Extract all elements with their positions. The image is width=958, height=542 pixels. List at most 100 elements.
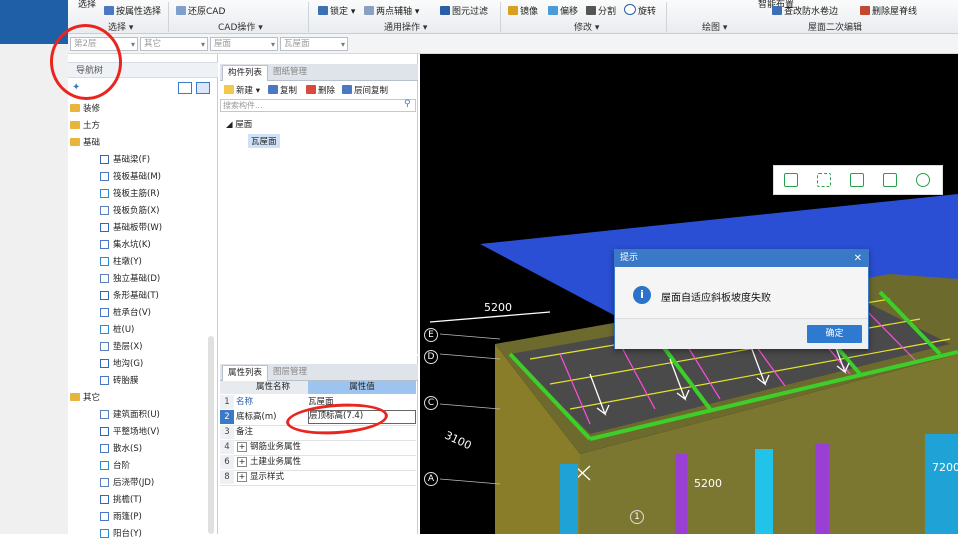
expand-icon[interactable]: + bbox=[237, 442, 247, 452]
component-icon bbox=[100, 189, 109, 198]
nav-item[interactable]: 建筑面积(U) bbox=[100, 407, 160, 423]
ok-button[interactable]: 确定 bbox=[807, 325, 862, 343]
new-button[interactable]: 新建 ▾ bbox=[224, 84, 260, 96]
nav-item-label: 土方 bbox=[83, 121, 101, 131]
group-cad-ops[interactable]: CAD操作 ▾ bbox=[218, 20, 263, 33]
search-icon[interactable]: ⚲ bbox=[404, 99, 411, 109]
navigation-tree-panel: 导航树 ✦ 装修 土方 基础 基础梁(F) 筏板基础(M) 筏板主筋(R) 筏板负筋(X) 基… bbox=[68, 54, 218, 539]
type-select[interactable]: 屋面 bbox=[210, 37, 278, 51]
property-name: 钢筋业务属性 bbox=[250, 442, 302, 452]
component-icon bbox=[100, 274, 109, 283]
nav-item[interactable]: 平整场地(V) bbox=[100, 424, 159, 440]
nav-item[interactable]: 挑檐(T) bbox=[100, 492, 142, 508]
divider bbox=[168, 2, 169, 32]
dialog-close-icon[interactable]: ✕ bbox=[854, 250, 862, 267]
divider bbox=[308, 2, 309, 32]
two-point-axis-button[interactable]: 两点辅轴 ▾ bbox=[364, 4, 419, 17]
lock-button[interactable]: 锁定 ▾ bbox=[318, 4, 355, 17]
nav-item[interactable]: 桩承台(V) bbox=[100, 305, 151, 321]
nav-item[interactable]: 集水坑(K) bbox=[100, 237, 151, 253]
component-icon bbox=[100, 342, 109, 351]
group-roof-edit: 屋面二次编辑 bbox=[808, 23, 863, 33]
nav-item[interactable]: 阳台(Y) bbox=[100, 526, 142, 542]
nav-item[interactable]: 散水(S) bbox=[100, 441, 142, 457]
floor-copy-button[interactable]: 层间复制 bbox=[342, 84, 388, 96]
list-view-icon[interactable] bbox=[178, 82, 192, 94]
nav-item[interactable]: 砖胎膜 bbox=[100, 373, 139, 389]
nav-item[interactable]: 筏板负筋(X) bbox=[100, 203, 159, 219]
fullscreen-icon[interactable] bbox=[817, 173, 831, 187]
expand-icon[interactable]: + bbox=[237, 472, 247, 482]
nav-folder[interactable]: 基础 bbox=[70, 135, 100, 151]
nav-item[interactable]: 桩(U) bbox=[100, 322, 134, 338]
tab-component-list[interactable]: 构件列表 bbox=[222, 65, 269, 81]
info-icon: i bbox=[633, 286, 651, 304]
nav-item-label: 砖胎膜 bbox=[113, 376, 139, 386]
nav-item[interactable]: 基础板带(W) bbox=[100, 220, 162, 236]
nav-item-label: 垫层(X) bbox=[113, 342, 143, 352]
mirror-button[interactable]: 镜像 bbox=[508, 4, 538, 17]
row-number: 2 bbox=[220, 410, 234, 424]
tree-item-tile-roof[interactable]: 瓦屋面 bbox=[248, 134, 280, 148]
component-tabs: 构件列表 图纸管理 bbox=[220, 64, 418, 81]
group-general-ops[interactable]: 通用操作 ▾ bbox=[384, 20, 427, 33]
row-number: 1 bbox=[220, 395, 234, 409]
copy-button[interactable]: 复制 bbox=[268, 84, 297, 96]
tab-drawing-management[interactable]: 图纸管理 bbox=[268, 65, 312, 80]
axis-marker-c: C bbox=[424, 396, 438, 410]
nav-item[interactable]: 地沟(G) bbox=[100, 356, 143, 372]
split-button[interactable]: 分割 bbox=[586, 4, 616, 17]
grid-view-icon[interactable] bbox=[196, 82, 210, 94]
element-filter-button[interactable]: 图元过滤 bbox=[440, 4, 488, 17]
save-view-icon[interactable] bbox=[850, 173, 864, 187]
nav-folder[interactable]: 其它 bbox=[70, 390, 100, 406]
group-select[interactable]: 选择 ▾ bbox=[108, 20, 133, 33]
nav-item[interactable]: 雨篷(P) bbox=[100, 509, 142, 525]
component-search-input[interactable]: 搜索构件... bbox=[220, 99, 416, 112]
nav-item[interactable]: 条形基础(T) bbox=[100, 288, 159, 304]
element-select[interactable]: 瓦屋面 bbox=[280, 37, 348, 51]
settings-gear-icon[interactable] bbox=[916, 173, 930, 187]
property-row[interactable]: 8 + 显示样式 bbox=[220, 470, 416, 486]
restore-cad-button[interactable]: 还原CAD bbox=[176, 4, 225, 17]
nav-item[interactable]: 筏板主筋(R) bbox=[100, 186, 160, 202]
property-row[interactable]: 6 + 土建业务属性 bbox=[220, 455, 416, 471]
nav-item-label: 筏板主筋(R) bbox=[113, 189, 160, 199]
component-icon bbox=[100, 325, 109, 334]
row-number: 4 bbox=[220, 440, 234, 454]
component-icon bbox=[100, 240, 109, 249]
category-select[interactable]: 其它 bbox=[140, 37, 208, 51]
group-draw[interactable]: 绘图 ▾ bbox=[702, 20, 727, 33]
dialog-message: 屋面自适应斜板坡度失败 bbox=[661, 293, 771, 304]
nav-item-label: 地沟(G) bbox=[113, 359, 144, 369]
axis-icon bbox=[364, 6, 374, 15]
nav-item[interactable]: 基础梁(F) bbox=[100, 152, 150, 168]
nav-item-label: 基础梁(F) bbox=[113, 155, 151, 165]
ridge-delete-icon bbox=[860, 6, 870, 15]
group-modify[interactable]: 修改 ▾ bbox=[574, 20, 599, 33]
offset-button[interactable]: 偏移 bbox=[548, 4, 578, 17]
tab-layer-management[interactable]: 图层管理 bbox=[268, 365, 312, 380]
property-row[interactable]: 4 + 钢筋业务属性 bbox=[220, 440, 416, 456]
nav-item[interactable]: 柱墩(Y) bbox=[100, 254, 142, 270]
nav-item[interactable]: 筏板基础(M) bbox=[100, 169, 161, 185]
select-by-attribute-button[interactable]: 按属性选择 bbox=[104, 4, 161, 17]
rotate-button[interactable]: 旋转 bbox=[624, 4, 656, 17]
export-icon[interactable] bbox=[883, 173, 897, 187]
waterproof-edge-button[interactable]: 查改防水卷边 bbox=[772, 4, 838, 17]
nav-item[interactable]: 台阶 bbox=[100, 458, 130, 474]
select-button[interactable]: 选择 bbox=[78, 0, 96, 10]
tree-root-roof[interactable]: ◢ 屋面 bbox=[226, 118, 252, 130]
tab-property-list[interactable]: 属性列表 bbox=[222, 365, 269, 381]
delete-button[interactable]: 删除 bbox=[306, 84, 335, 96]
nav-folder[interactable]: 土方 bbox=[70, 118, 100, 134]
nav-scrollbar[interactable] bbox=[208, 336, 214, 534]
nav-item[interactable]: 后浇带(JD) bbox=[100, 475, 154, 491]
delete-ridge-button[interactable]: 删除屋脊线 bbox=[860, 4, 917, 17]
nav-item[interactable]: 垫层(X) bbox=[100, 339, 142, 355]
expand-icon[interactable]: + bbox=[237, 457, 247, 467]
nav-folder[interactable]: 装修 bbox=[70, 101, 100, 117]
tablet-view-icon[interactable] bbox=[784, 173, 798, 187]
nav-item[interactable]: 独立基础(D) bbox=[100, 271, 160, 287]
nav-item-label: 独立基础(D) bbox=[113, 274, 161, 284]
